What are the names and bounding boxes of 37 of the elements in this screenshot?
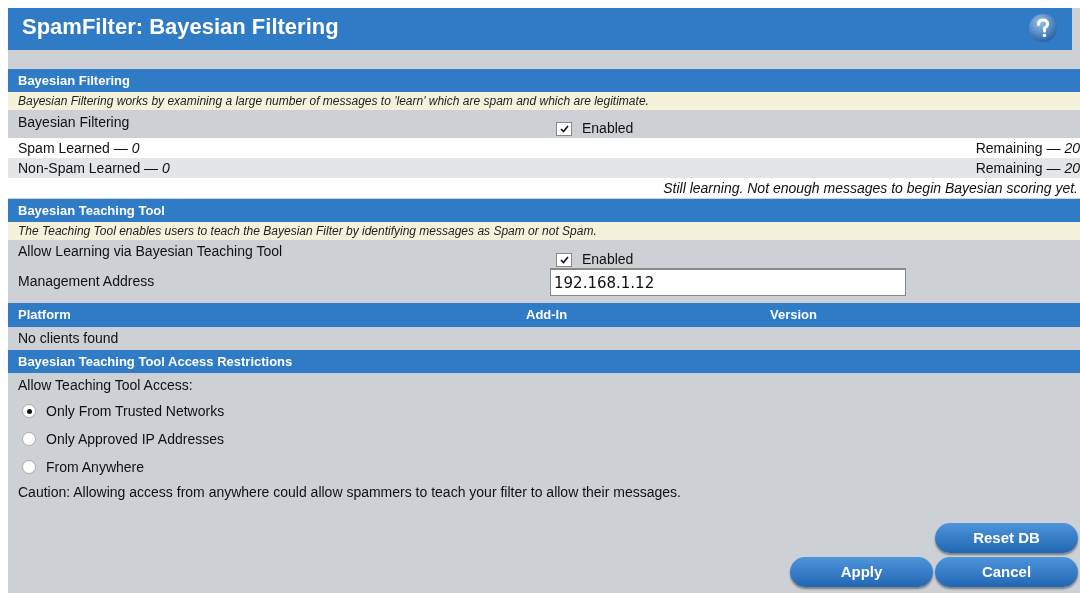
check-icon [559, 124, 569, 133]
learned-count: Non-Spam Learned — 0 [18, 158, 170, 178]
learned-count: Spam Learned — 0 [18, 138, 140, 158]
column-header: Add-In [526, 306, 569, 325]
section-header: Bayesian Teaching Tool Access Restrictions [8, 349, 1080, 373]
setting-label: Bayesian Filtering [18, 113, 131, 132]
access-label: Allow Teaching Tool Access: [18, 375, 193, 395]
radio-button[interactable] [22, 460, 36, 474]
radio-button[interactable] [22, 432, 36, 446]
radio-label: From Anywhere [46, 457, 145, 477]
remaining-count: Remaining — 20 [975, 138, 1080, 158]
radio-label: Only Approved IP Addresses [46, 429, 224, 449]
page-title: SpamFilter: Bayesian Filtering [22, 13, 339, 41]
empty-message: No clients found [18, 328, 119, 348]
checkbox[interactable] [556, 252, 572, 267]
column-header: Version [770, 306, 817, 325]
reset-db-button[interactable]: Reset DB [935, 523, 1078, 553]
checkbox-label: Enabled [582, 119, 634, 138]
apply-button[interactable]: Apply [790, 557, 933, 587]
checkbox[interactable] [556, 121, 572, 136]
section-header: Bayesian Filtering [8, 68, 1080, 92]
cancel-button[interactable]: Cancel [935, 557, 1078, 587]
setting-label: Allow Learning via Bayesian Teaching Tool [18, 242, 284, 261]
checkbox-label: Enabled [582, 250, 634, 269]
radio-label: Only From Trusted Networks [46, 401, 225, 421]
column-header: Platform [18, 306, 72, 325]
section-header: Bayesian Teaching Tool [8, 198, 1080, 222]
check-icon [559, 255, 569, 264]
address-label: Management Address [18, 272, 156, 291]
learning-status: Still learning. Not enough messages to begin Bayesian scoring yet. [663, 178, 1078, 198]
help-icon[interactable] [1028, 13, 1058, 43]
section-description: Bayesian Filtering works by examining a large number of messages to 'learn' which are spam and which are legitimate. [8, 92, 1080, 110]
section-description: The Teaching Tool enables users to teach the Bayesian Filter by identifying messages as Spam or not Spam. [8, 222, 1080, 240]
radio-button[interactable] [22, 404, 36, 418]
remaining-count: Remaining — 20 [975, 158, 1080, 178]
caution-text: Caution: Allowing access from anywhere could allow spammers to teach your filter to allow their messages. [18, 482, 681, 502]
address-field[interactable]: 192.168.1.12 [550, 268, 906, 296]
